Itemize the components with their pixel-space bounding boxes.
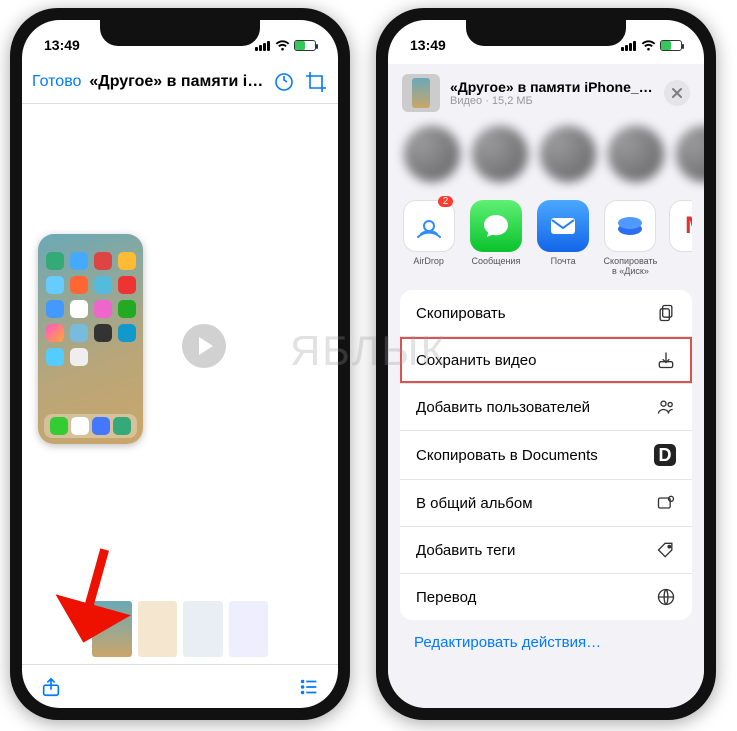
notch bbox=[466, 20, 626, 46]
close-button[interactable] bbox=[664, 80, 690, 106]
action-shared-album[interactable]: В общий альбом bbox=[400, 480, 692, 527]
action-label: Скопировать bbox=[416, 305, 506, 322]
edit-actions-link[interactable]: Редактировать действия… bbox=[388, 620, 704, 665]
share-actions: Скопировать Сохранить видео Добавить пол… bbox=[400, 290, 692, 620]
screen-right: 13:49 «Другое» в памяти iPhone_ откуда б… bbox=[388, 20, 704, 708]
action-label: Добавить теги bbox=[416, 542, 515, 559]
action-label: Скопировать в Documents bbox=[416, 447, 598, 464]
app-messages[interactable]: Сообщения bbox=[467, 200, 524, 276]
thumb[interactable] bbox=[229, 601, 269, 657]
airdrop-icon bbox=[412, 209, 446, 243]
app-yadisk[interactable]: Скопировать в «Диск» bbox=[602, 200, 659, 276]
globe-icon bbox=[656, 587, 676, 607]
yadisk-icon bbox=[613, 209, 647, 243]
mail-icon bbox=[547, 210, 579, 242]
notch bbox=[100, 20, 260, 46]
people-icon bbox=[656, 397, 676, 417]
battery-icon bbox=[294, 40, 316, 51]
navbar: Готово «Другое» в памяти iPh... bbox=[22, 60, 338, 104]
list-icon[interactable] bbox=[298, 676, 320, 698]
action-save-video[interactable]: Сохранить видео bbox=[400, 337, 692, 384]
share-sheet: «Другое» в памяти iPhone_ откуда б... Ви… bbox=[388, 64, 704, 708]
done-button[interactable]: Готово bbox=[32, 73, 81, 91]
status-icons bbox=[621, 40, 682, 51]
app-label: Почта bbox=[535, 256, 592, 266]
signal-icon bbox=[255, 40, 271, 51]
wifi-icon bbox=[275, 40, 290, 51]
action-label: В общий альбом bbox=[416, 495, 533, 512]
screen-left: 13:49 Готово «Другое» в памяти iPh... bbox=[22, 20, 338, 708]
play-button[interactable] bbox=[182, 324, 226, 368]
messages-icon bbox=[481, 211, 511, 241]
action-add-tags[interactable]: Добавить теги bbox=[400, 527, 692, 574]
status-time: 13:49 bbox=[44, 37, 80, 53]
markup-icon[interactable] bbox=[272, 70, 296, 94]
share-title: «Другое» в памяти iPhone_ откуда б... bbox=[450, 79, 654, 95]
phone-left: 13:49 Готово «Другое» в памяти iPh... bbox=[10, 8, 350, 720]
video-thumbnail[interactable] bbox=[38, 234, 143, 444]
gmail-icon: M bbox=[685, 212, 692, 240]
status-time: 13:49 bbox=[410, 37, 446, 53]
app-gmail[interactable]: M bbox=[669, 200, 692, 276]
action-label: Сохранить видео bbox=[416, 352, 537, 369]
tag-icon bbox=[656, 540, 676, 560]
share-icon[interactable] bbox=[40, 676, 62, 698]
contacts-row[interactable] bbox=[388, 122, 704, 192]
copy-icon bbox=[656, 303, 676, 323]
share-sheet-header: «Другое» в памяти iPhone_ откуда б... Ви… bbox=[388, 64, 704, 122]
preview-area bbox=[22, 104, 338, 594]
phone-right: 13:49 «Другое» в памяти iPhone_ откуда б… bbox=[376, 8, 716, 720]
action-label: Перевод bbox=[416, 589, 476, 606]
action-add-people[interactable]: Добавить пользователей bbox=[400, 384, 692, 431]
action-copy-documents[interactable]: Скопировать в Documents D bbox=[400, 431, 692, 480]
airdrop-badge: 2 bbox=[438, 196, 454, 207]
bottom-toolbar bbox=[22, 664, 338, 708]
save-icon bbox=[656, 350, 676, 370]
action-copy[interactable]: Скопировать bbox=[400, 290, 692, 337]
app-label: Сообщения bbox=[467, 256, 524, 266]
close-icon bbox=[671, 87, 683, 99]
battery-icon bbox=[660, 40, 682, 51]
crop-icon[interactable] bbox=[304, 70, 328, 94]
signal-icon bbox=[621, 40, 637, 51]
documents-icon: D bbox=[654, 444, 676, 466]
app-label: Скопировать в «Диск» bbox=[602, 256, 659, 276]
album-icon bbox=[656, 493, 676, 513]
action-label: Добавить пользователей bbox=[416, 399, 590, 416]
thumb[interactable] bbox=[138, 601, 178, 657]
app-airdrop[interactable]: 2 AirDrop bbox=[400, 200, 457, 276]
action-translate[interactable]: Перевод bbox=[400, 574, 692, 620]
share-subtitle: Видео · 15,2 МБ bbox=[450, 95, 654, 107]
status-icons bbox=[255, 40, 316, 51]
page-title: «Другое» в памяти iPh... bbox=[89, 73, 264, 91]
wifi-icon bbox=[641, 40, 656, 51]
file-thumbnail bbox=[402, 74, 440, 112]
app-label: AirDrop bbox=[400, 256, 457, 266]
app-mail[interactable]: Почта bbox=[535, 200, 592, 276]
apps-row: 2 AirDrop Сообщения Почта bbox=[388, 192, 704, 290]
thumb[interactable] bbox=[183, 601, 223, 657]
